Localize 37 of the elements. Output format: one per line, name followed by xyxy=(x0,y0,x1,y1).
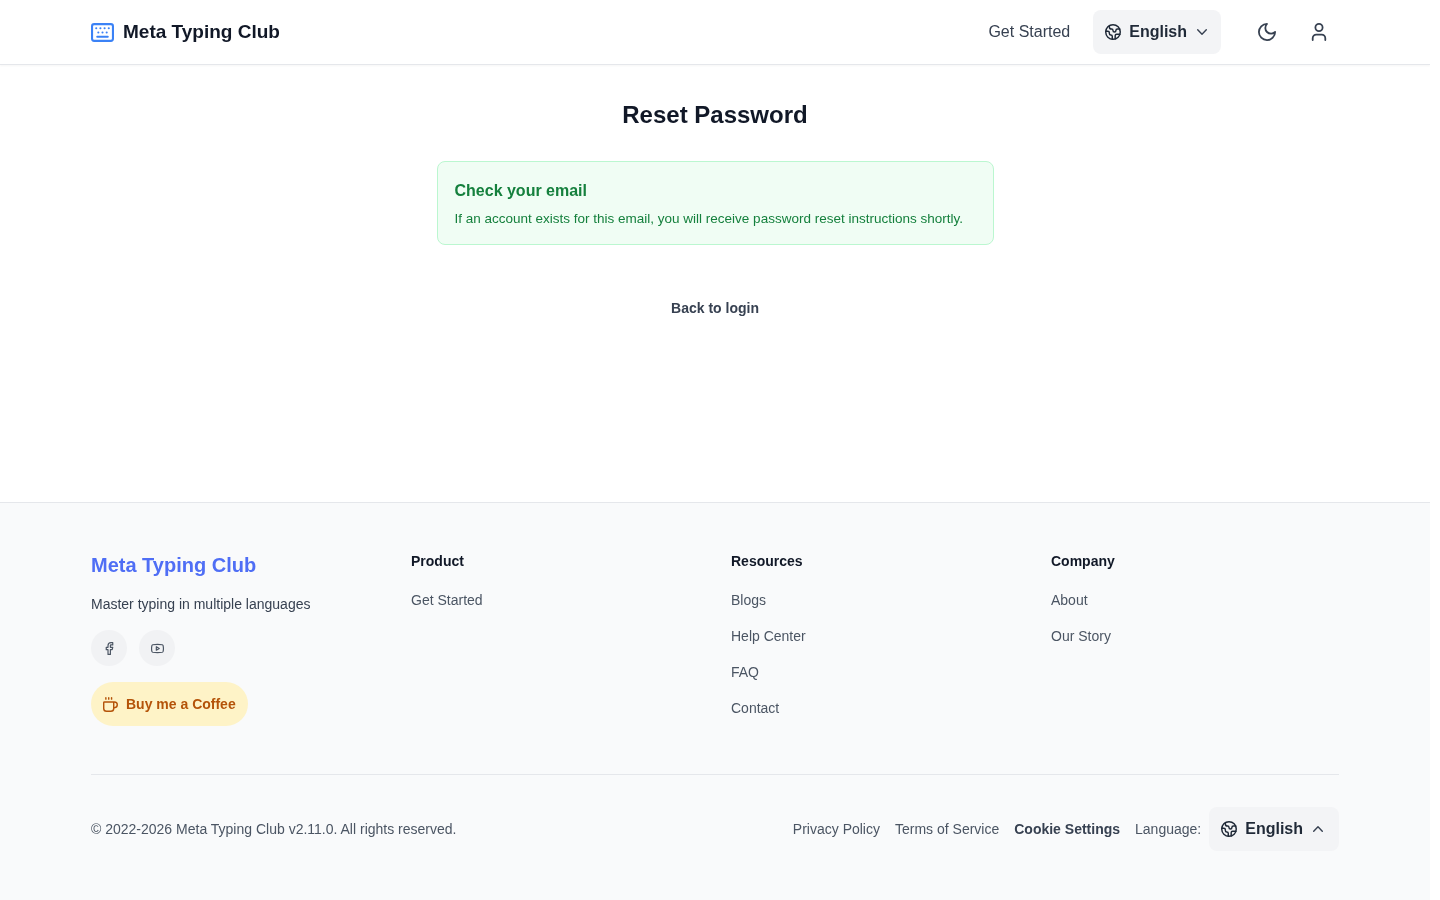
globe-icon xyxy=(1105,24,1122,40)
alert-title: Check your email xyxy=(454,181,588,201)
social-link[interactable] xyxy=(139,630,175,666)
tagline: Master typing in multiple languages xyxy=(91,595,311,614)
chevron-down-icon xyxy=(1197,29,1207,35)
chevron-up-icon xyxy=(1313,826,1323,832)
footer-link[interactable]: Our Story xyxy=(1051,626,1111,646)
legal-link[interactable]: Privacy Policy xyxy=(792,819,880,839)
buy-me-a-coffee-button[interactable]: Buy me a Coffee xyxy=(91,682,248,726)
language-dropdown[interactable]: English xyxy=(1209,807,1339,851)
user-icon xyxy=(1310,23,1328,41)
footer-brand: Meta Typing Club xyxy=(91,553,257,578)
globe-icon xyxy=(1221,821,1238,837)
logo-link[interactable]: Meta Typing Club xyxy=(91,21,280,43)
alert-message: If an account exists for this email, you will receive password reset instructions shortly. xyxy=(454,210,964,228)
youtube-icon xyxy=(150,641,164,655)
column-heading: Product xyxy=(411,552,465,571)
moon-icon xyxy=(1258,23,1276,41)
copyright-text: © 2022-2026 Meta Typing Club v2.11.0. All rights reserved. xyxy=(91,820,457,839)
language-dropdown[interactable]: English xyxy=(1093,10,1221,54)
footer-link[interactable]: FAQ xyxy=(731,662,759,682)
coffee-cup-icon xyxy=(103,696,118,712)
footer-link[interactable]: Get Started xyxy=(411,590,483,610)
column-heading: Resources xyxy=(731,552,804,571)
footer-link[interactable]: Blogs xyxy=(731,590,767,610)
legal-link[interactable]: Terms of Service xyxy=(895,819,1000,839)
cookie-settings-button[interactable]: Cookie Settings xyxy=(1014,819,1121,839)
footer-link[interactable]: About xyxy=(1051,590,1088,610)
language-label: Language: xyxy=(1135,821,1202,837)
footer-link[interactable]: Help Center xyxy=(731,626,806,646)
nav-link[interactable]: Get Started xyxy=(988,23,1071,41)
keyboard-icon xyxy=(91,22,114,42)
column-heading: Company xyxy=(1051,552,1116,571)
social-link[interactable] xyxy=(91,630,127,666)
footer-link[interactable]: Contact xyxy=(731,698,780,718)
page-title: Reset Password xyxy=(622,100,808,130)
back-to-login-link[interactable]: Back to login xyxy=(671,298,759,318)
